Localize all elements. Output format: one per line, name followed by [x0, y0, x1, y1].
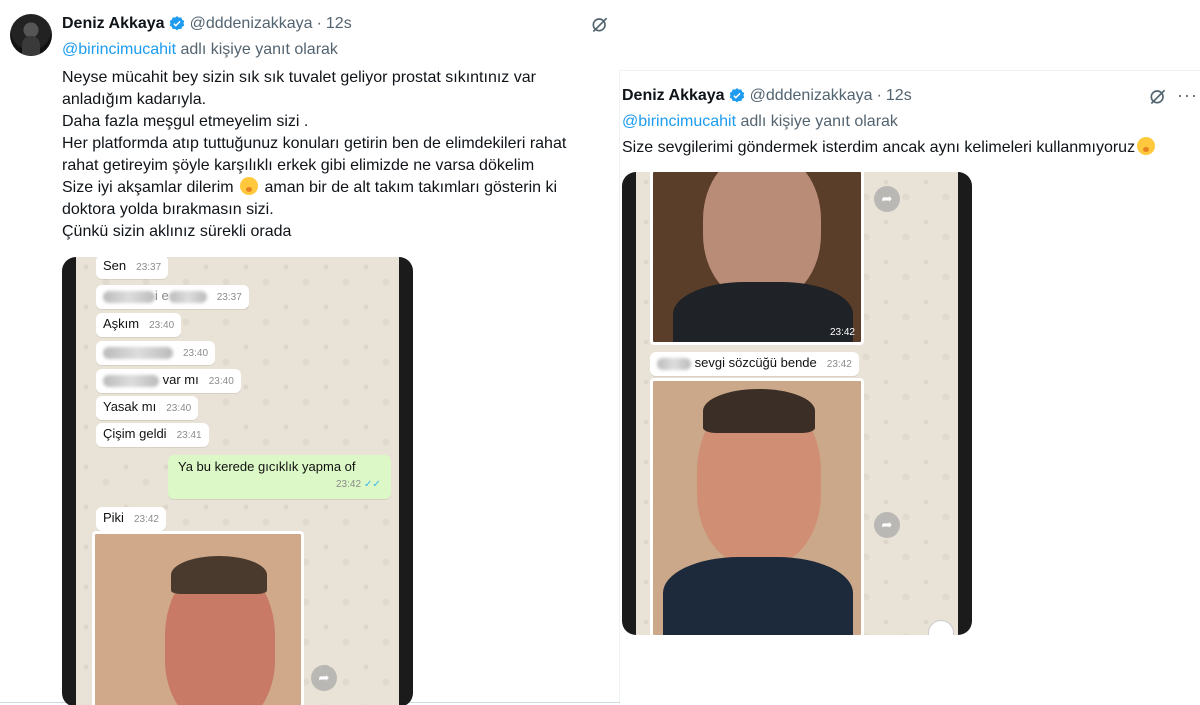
tweet-line: Size sevgilerimi göndermek isterdim anca…: [622, 137, 1157, 159]
smiling-face-with-hand-over-mouth-emoji: [1137, 137, 1156, 155]
message-time: 23:42: [336, 479, 362, 490]
share-icon: ➦: [874, 186, 900, 212]
chat-photo: [650, 378, 864, 635]
tweet-header: Deniz Akkaya @dddenizakkaya · 12s: [62, 14, 352, 34]
tweet-line-part: Size iyi akşamlar dilerim: [62, 179, 234, 196]
grok-icon[interactable]: [1148, 86, 1168, 106]
author-handle[interactable]: @dddenizakkaya: [190, 14, 313, 34]
message-time: 23:40: [149, 320, 175, 331]
message-text: i e: [155, 288, 169, 303]
hair-shape: [171, 556, 267, 594]
chat-message: Sen 23:37: [96, 257, 169, 279]
photo-time: 23:42: [829, 327, 855, 338]
chat-screenshot: 23:42 ➦ sevgi sözcüğü bende 23:42 ➦ ⌄: [636, 172, 958, 635]
separator-dot: ·: [876, 87, 882, 104]
message-time: 23:41: [176, 430, 202, 441]
chat-message: Çişim geldi 23:41: [96, 423, 209, 447]
shirt-shape: [663, 557, 853, 635]
chat-photo: 23:42: [650, 172, 864, 345]
message-text: Ya bu kerede gıcıklık yapma of: [178, 459, 356, 474]
message-time: 23:42: [133, 514, 159, 525]
author-name[interactable]: Deniz Akkaya: [62, 14, 165, 34]
tweet-line: Size iyi akşamlar dilerim aman bir de al…: [62, 177, 566, 199]
scroll-down-icon: ⌄: [928, 620, 954, 635]
chat-photo: [92, 531, 304, 705]
chat-message: var mı 23:40: [96, 369, 241, 393]
tweet-line: Daha fazla meşgul etmeyelim sizi .: [62, 113, 309, 130]
avatar[interactable]: [10, 14, 52, 56]
tweet-time[interactable]: 12s: [326, 14, 352, 34]
grok-icon[interactable]: [590, 14, 610, 34]
blurred-text: [103, 346, 173, 359]
message-time: 23:40: [208, 376, 234, 387]
tweet-media-image[interactable]: 23:42 ➦ sevgi sözcüğü bende 23:42 ➦ ⌄: [622, 172, 972, 635]
message-text: Çişim geldi: [103, 426, 167, 441]
shirt-shape: [673, 282, 853, 342]
author-name[interactable]: Deniz Akkaya: [622, 86, 725, 106]
read-ticks-icon: ✓✓: [364, 479, 381, 490]
message-text: sevgi sözcüğü bende: [694, 355, 817, 370]
message-time: 23:40: [166, 403, 192, 414]
message-text: var mı: [162, 372, 199, 387]
message-time: 23:40: [183, 348, 209, 359]
blurred-text: [168, 290, 207, 303]
tweet-line: Her platformda atıp tuttuğunuz konuları …: [62, 135, 567, 152]
tweet-line: rahat getireyim şöyle karşılıklı erkek g…: [62, 157, 535, 174]
tweet-text: Size sevgilerimi göndermek isterdim anca…: [622, 137, 1157, 159]
share-icon: ➦: [311, 665, 337, 691]
tweet-time[interactable]: 12s: [886, 86, 912, 106]
message-text: Sen: [103, 258, 127, 273]
message-text: Aşkım: [103, 316, 140, 331]
tweet-media-image[interactable]: Sen 23:37 i e 23:37 Aşkım 23:40 23:40 var m…: [62, 257, 413, 705]
chat-message: Aşkım 23:40: [96, 313, 182, 337]
more-options-icon[interactable]: ···: [1177, 85, 1198, 105]
share-icon: ➦: [874, 512, 900, 538]
tweet-text: Neyse mücahit bey sizin sık sık tuvalet …: [62, 67, 566, 243]
mention-link[interactable]: @birincimucahit: [622, 113, 736, 130]
tweet-line: doktora yolda bırakmasın sizi.: [62, 201, 274, 218]
tweet-line: Neyse mücahit bey sizin sık sık tuvalet …: [62, 69, 536, 86]
message-time: 23:37: [136, 262, 162, 273]
tweet-left[interactable]: Deniz Akkaya @dddenizakkaya · 12s @birin…: [0, 0, 620, 705]
blurred-text: [103, 374, 159, 387]
chat-message: Piki 23:42: [96, 507, 166, 531]
smiling-face-with-hand-over-mouth-emoji: [240, 177, 259, 195]
tweet-line-part: Size sevgilerimi göndermek isterdim anca…: [622, 139, 1136, 156]
chat-message: 23:40: [96, 341, 216, 365]
replying-suffix: adlı kişiye yanıt olarak: [736, 113, 898, 130]
blurred-text: [103, 290, 155, 303]
verified-badge-icon: [169, 16, 184, 31]
blurred-text: [657, 357, 691, 370]
chat-message: sevgi sözcüğü bende 23:42: [650, 352, 859, 376]
chat-screenshot: Sen 23:37 i e 23:37 Aşkım 23:40 23:40 var m…: [76, 257, 399, 705]
chat-message: Yasak mı 23:40: [96, 396, 199, 420]
replying-to: @birincimucahit adlı kişiye yanıt olarak: [622, 112, 898, 132]
tweet-line-part: aman bir de alt takım takımları gösterin…: [260, 179, 558, 196]
tweet-right[interactable]: Deniz Akkaya @dddenizakkaya · 12s ··· @b…: [620, 0, 1200, 705]
replying-suffix: adlı kişiye yanıt olarak: [176, 41, 338, 58]
chat-message: i e 23:37: [96, 285, 249, 309]
message-text: Piki: [103, 510, 124, 525]
tweet-line: Çünkü sizin aklınız sürekli orada: [62, 223, 292, 240]
separator-dot: ·: [316, 15, 322, 32]
message-text: Yasak mı: [103, 399, 157, 414]
replying-to: @birincimucahit adlı kişiye yanıt olarak: [62, 40, 338, 60]
tweet-line: anladığım kadarıyla.: [62, 91, 207, 108]
message-time: 23:42: [826, 359, 852, 370]
tweet-header: Deniz Akkaya @dddenizakkaya · 12s: [622, 86, 912, 106]
hair-shape: [703, 389, 815, 433]
chat-message-outgoing: Ya bu kerede gıcıklık yapma of 23:42 ✓✓: [168, 455, 391, 499]
verified-badge-icon: [729, 88, 744, 103]
mention-link[interactable]: @birincimucahit: [62, 41, 176, 58]
author-handle[interactable]: @dddenizakkaya: [750, 86, 873, 106]
message-time: 23:37: [216, 292, 242, 303]
